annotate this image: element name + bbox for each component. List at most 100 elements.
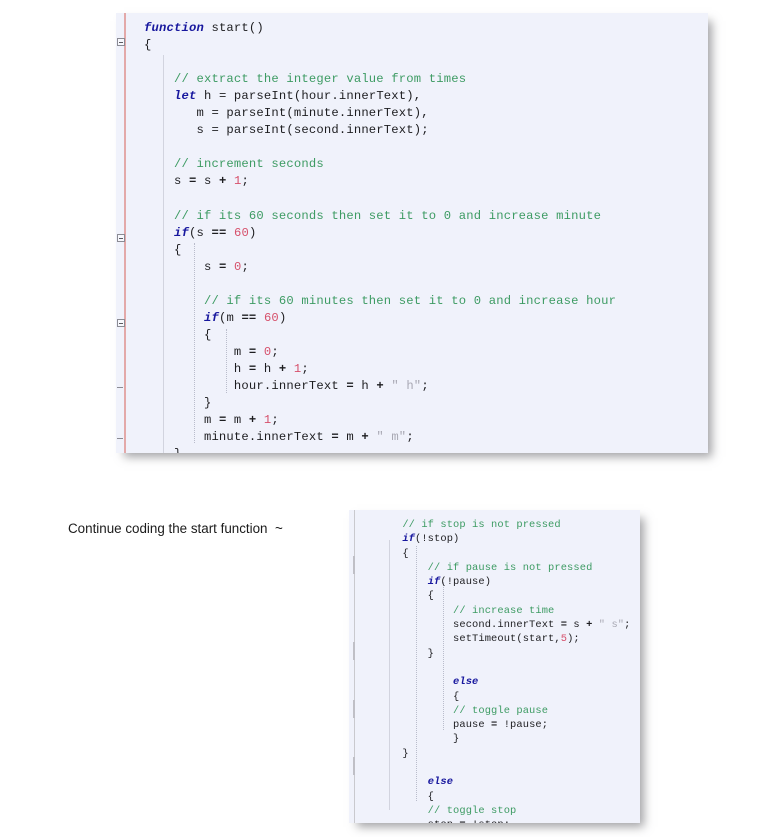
code-token-plain: m: [226, 413, 249, 428]
code-token-plain: {: [377, 790, 435, 803]
code-token-comment: // if its 60 minutes then set it to 0 an…: [144, 293, 617, 308]
fold-toggle-if-seconds[interactable]: [117, 234, 125, 242]
code-line: // increment seconds: [144, 156, 616, 173]
code-token-plain: !stop;: [466, 819, 510, 823]
code-line: m = parseInt(minute.innerText),: [144, 105, 616, 122]
code-token-op: +: [376, 378, 384, 393]
code-token-kw: if: [173, 225, 189, 240]
code-line: s = s + 1;: [144, 173, 616, 190]
code-block-start-function: function start(){ // extract the integer…: [116, 13, 708, 453]
code-line: m = m + 1;: [144, 412, 616, 429]
code-token-kw: function: [144, 21, 204, 35]
code-token-plain: {: [377, 590, 435, 603]
code-line: pause = !pause;: [377, 718, 630, 732]
code-line: setTimeout(start,5);: [377, 632, 630, 646]
code-token-plain: {: [144, 38, 152, 53]
code-token-plain: pause: [377, 719, 492, 732]
code-token-plain: {: [144, 327, 212, 342]
code-token-plain: start(): [203, 21, 264, 35]
code-line: {: [377, 589, 630, 603]
code-token-plain: }: [377, 647, 435, 660]
fold-end-marker-inner: [117, 387, 123, 388]
code-token-comment: // if pause is not pressed: [377, 561, 593, 574]
code-line: else: [377, 675, 630, 689]
code-line: {: [144, 327, 616, 344]
code-token-plain: ;: [271, 344, 279, 359]
code-token-plain: ): [248, 225, 257, 240]
code-line: // toggle stop: [377, 804, 630, 818]
code-token-kw: if: [203, 310, 219, 325]
code-token-comment: // toggle stop: [377, 804, 517, 817]
code-line: s = 0;: [144, 259, 616, 276]
code-token-kw: else: [453, 676, 479, 689]
code-token-plain: {: [144, 242, 182, 257]
code-line: hour.innerText = h + " h";: [144, 378, 616, 395]
code-token-plain: s: [144, 259, 219, 274]
code-line: let h = parseInt(hour.innerText),: [144, 88, 616, 105]
fold-end-marker-outer: [117, 438, 123, 439]
code-token-op: +: [361, 430, 369, 445]
code-line: s = parseInt(second.innerText);: [144, 122, 616, 139]
fold-toggle-function[interactable]: [117, 38, 125, 46]
code-line: m = 0;: [144, 344, 616, 361]
code-token-plain: ;: [241, 174, 249, 189]
change-bar: [124, 13, 126, 453]
code-token-plain: s = parseInt(second.innerText);: [144, 123, 429, 138]
code-token-plain: (m: [218, 310, 242, 325]
fold-toggle-if-minutes[interactable]: [117, 319, 125, 327]
page-root: function start(){ // extract the integer…: [0, 0, 775, 837]
code-line: if(s == 60): [144, 225, 616, 242]
code-token-plain: hour.innerText: [144, 378, 347, 393]
code-line: {: [377, 547, 630, 561]
code-token-plain: }: [144, 447, 181, 453]
code-token-plain: ;: [241, 259, 249, 274]
code-token-plain: }: [144, 396, 212, 411]
code-token-kw: if: [402, 533, 416, 546]
code-token-op: =: [331, 430, 339, 445]
code-token-plain: (!stop): [415, 533, 460, 546]
code-line: // if its 60 seconds then set it to 0 an…: [144, 208, 616, 225]
code-token-plain: m: [144, 413, 219, 428]
code-token-plain: h = parseInt(hour.innerText),: [196, 89, 422, 104]
code-token-plain: h: [144, 361, 249, 376]
code-token-plain: s: [196, 174, 219, 189]
code-token-plain: ;: [421, 378, 429, 393]
code-token-op: ==: [211, 225, 227, 240]
code-token-plain: s: [144, 174, 189, 189]
code-token-plain: h: [256, 361, 279, 376]
code-line: {: [144, 242, 616, 259]
code-token-plain: m: [144, 344, 249, 359]
code-line: }: [377, 732, 630, 746]
code-text-block-2: // if stop is not pressed if(!stop) { //…: [377, 518, 630, 823]
code-token-plain: );: [567, 633, 580, 646]
code-line: }: [144, 395, 616, 412]
code-token-plain: ;: [271, 413, 279, 428]
code-line: }: [377, 647, 630, 661]
code-line: {: [144, 37, 616, 54]
code-line: h = h + 1;: [144, 361, 616, 378]
code-token-plain: s: [567, 619, 587, 632]
code-line: if(m == 60): [144, 310, 616, 327]
code-block-2-body: // if stop is not pressed if(!stop) { //…: [349, 510, 640, 823]
caption-text: Continue coding the start function ~: [68, 521, 283, 536]
code-line: if(!stop): [377, 532, 630, 546]
code-line: }: [144, 446, 616, 453]
code-token-plain: !pause;: [497, 719, 549, 732]
code-token-plain: ;: [624, 619, 631, 632]
code-token-plain: ;: [301, 361, 309, 376]
code-token-plain: h: [353, 378, 377, 393]
